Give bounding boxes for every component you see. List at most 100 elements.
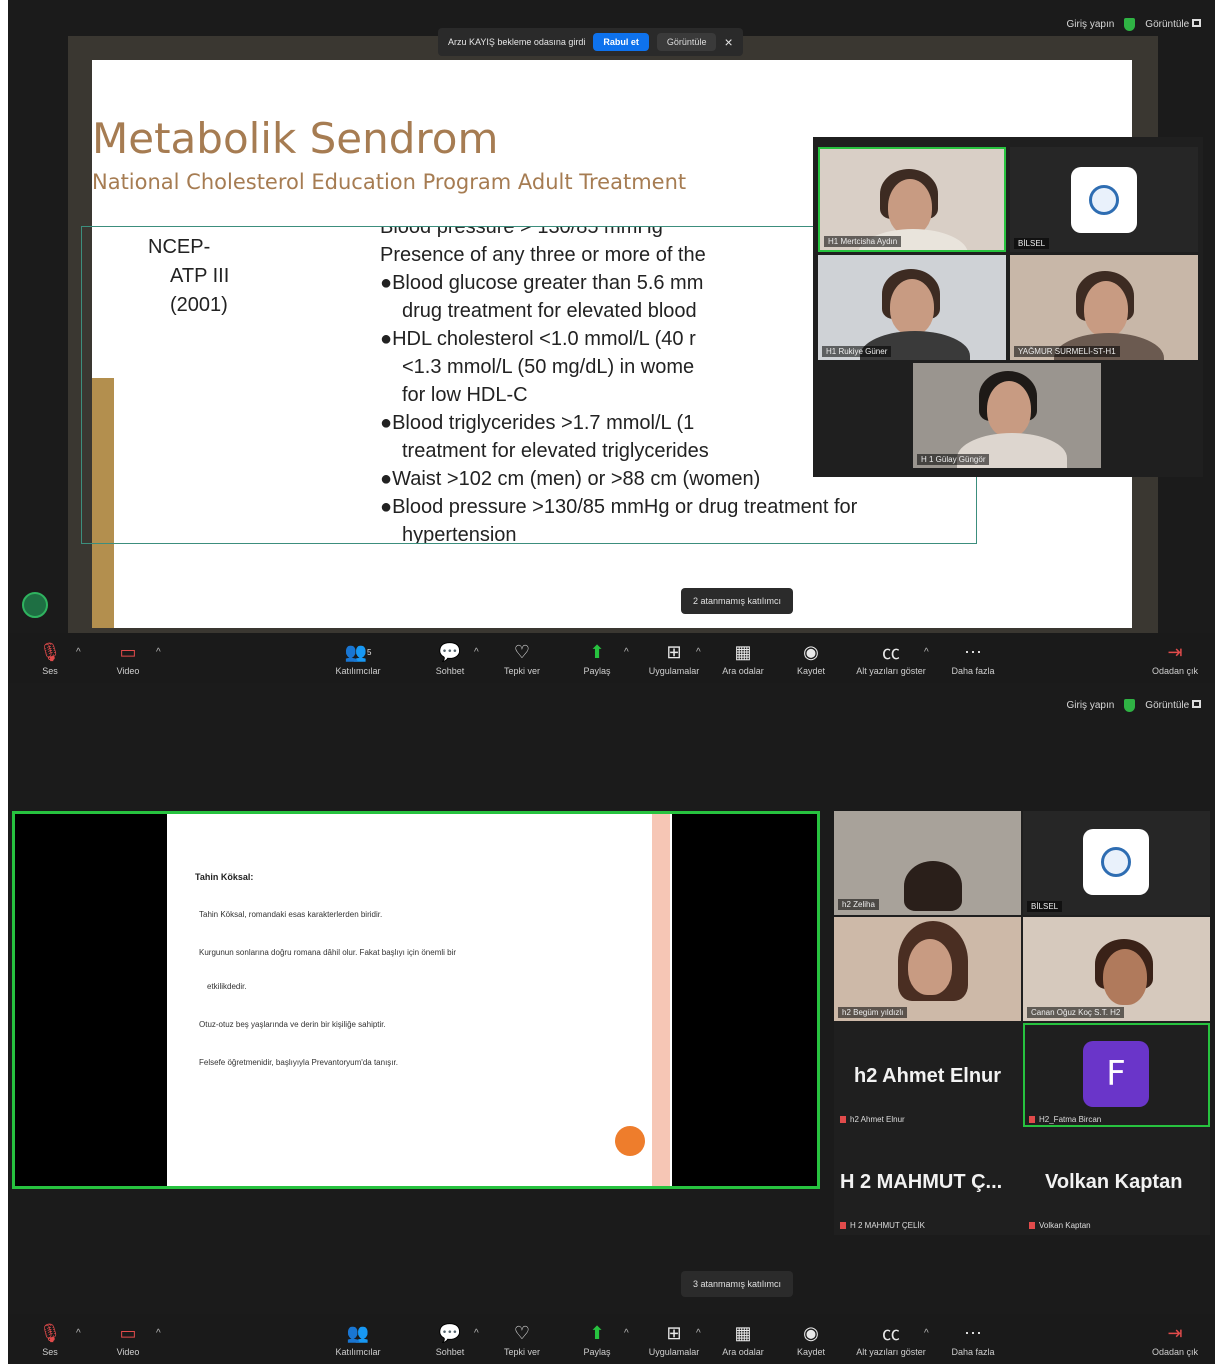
- chevron-up-icon[interactable]: ^: [76, 1328, 81, 1339]
- react-label: Tepki ver: [503, 666, 540, 676]
- leave-label: Odadan çık: [1151, 1347, 1199, 1357]
- video-tile[interactable]: BİLSEL: [1010, 147, 1198, 252]
- chevron-up-icon[interactable]: ^: [696, 647, 701, 658]
- video-tile[interactable]: Volkan Kaptan Volkan Kaptan: [1023, 1129, 1210, 1233]
- video-tile[interactable]: h2 Begüm yıldızlı: [834, 917, 1021, 1021]
- participants-button[interactable]: 👥 Katılımcılar: [318, 1322, 398, 1358]
- leave-button[interactable]: ⇥ Odadan çık: [1135, 641, 1215, 677]
- chevron-up-icon[interactable]: ^: [624, 1328, 629, 1339]
- record-label: Kaydet: [796, 1347, 826, 1357]
- more-label: Daha fazla: [951, 1347, 995, 1357]
- view-button[interactable]: Görüntüle: [1145, 700, 1201, 711]
- video-tile[interactable]: H 2 MAHMUT Ç... H 2 MAHMUT ÇELİK: [834, 1129, 1021, 1233]
- document-line: Felsefe öğretmenidir, başlıyıyla Prevant…: [199, 1058, 398, 1067]
- video-tile[interactable]: BİLSEL: [1023, 811, 1210, 915]
- participant-name: H1 Rukiye Güner: [822, 346, 892, 357]
- participants-button[interactable]: 👥 5 Katılımcılar: [318, 641, 398, 677]
- document-line: etkilikdedir.: [207, 982, 247, 991]
- heart-icon: ♡: [513, 641, 531, 662]
- chat-label: Sohbet: [435, 1347, 465, 1357]
- chevron-up-icon[interactable]: ^: [76, 647, 81, 658]
- participant-name: BİLSEL: [1027, 901, 1063, 912]
- captions-label: Alt yazıları göster: [856, 666, 926, 676]
- participant-display-name: H 2 MAHMUT Ç...: [840, 1171, 1003, 1193]
- audio-label: Ses: [42, 666, 58, 676]
- shield-icon: [1124, 699, 1136, 712]
- signin-link[interactable]: Giriş yapın: [1067, 19, 1115, 30]
- participant-name: h2 Zeliha: [838, 899, 879, 910]
- participant-display-name: h2 Ahmet Elnur: [854, 1065, 1002, 1087]
- video-tile[interactable]: H1 Mertcisha Aydın: [818, 147, 1006, 252]
- more-label: Daha fazla: [951, 666, 995, 676]
- leave-button[interactable]: ⇥ Odadan çık: [1135, 1322, 1215, 1358]
- chevron-up-icon[interactable]: ^: [924, 647, 929, 658]
- share-label: Paylaş: [583, 1347, 611, 1357]
- criteria-line: Blood pressure > 130/85 mmHg: [380, 226, 663, 238]
- chevron-up-icon[interactable]: ^: [924, 1328, 929, 1339]
- captions-button[interactable]: ㏄ Alt yazıları göster: [851, 641, 931, 676]
- grid-view-icon: [1192, 700, 1201, 708]
- participant-name: BİLSEL: [1014, 238, 1050, 249]
- person-face: [890, 279, 934, 335]
- video-tile[interactable]: h2 Zeliha: [834, 811, 1021, 915]
- close-icon[interactable]: ×: [724, 34, 732, 50]
- leave-icon: ⇥: [1167, 1322, 1183, 1343]
- chevron-up-icon[interactable]: ^: [156, 1328, 161, 1339]
- org-logo: [1083, 829, 1149, 895]
- criteria-line: Presence of any three or more of the: [380, 244, 706, 266]
- ncep-line: (2001): [170, 294, 228, 316]
- apps-button[interactable]: ⊞ Uygulamalar: [634, 641, 714, 677]
- chevron-up-icon[interactable]: ^: [474, 1328, 479, 1339]
- video-tile[interactable]: H1 Rukiye Güner: [818, 255, 1006, 360]
- admit-button[interactable]: Rabul et: [593, 33, 649, 51]
- record-button[interactable]: ◉ Kaydet: [771, 641, 851, 677]
- captions-button[interactable]: ㏄ Alt yazıları göster: [851, 1322, 931, 1357]
- more-icon: ⋯: [964, 1322, 982, 1343]
- participant-name: Canan Oğuz Koç S.T. H2: [1027, 1007, 1125, 1018]
- video-tile[interactable]: F H2_Fatma Bircan: [1023, 1023, 1210, 1127]
- shared-document: Tahin Köksal: Tahin Köksal, romandaki es…: [167, 814, 672, 1186]
- chevron-up-icon[interactable]: ^: [696, 1328, 701, 1339]
- orange-dot-icon: [615, 1126, 645, 1156]
- reaction-bubble-icon[interactable]: [22, 592, 48, 618]
- document-heading: Tahin Köksal:: [195, 872, 254, 882]
- signin-link[interactable]: Giriş yapın: [1067, 700, 1115, 711]
- video-tile[interactable]: YAĞMUR SURMELİ-ST-H1: [1010, 255, 1198, 360]
- participants-label: Katılımcılar: [335, 666, 381, 676]
- chevron-up-icon[interactable]: ^: [474, 647, 479, 658]
- record-button[interactable]: ◉ Kaydet: [771, 1322, 851, 1358]
- more-button[interactable]: ⋯ Daha fazla: [933, 1322, 1013, 1358]
- video-tile[interactable]: Canan Oğuz Koç S.T. H2: [1023, 917, 1210, 1021]
- participant-name: H2_Fatma Bircan: [1029, 1115, 1101, 1124]
- video-tile[interactable]: H 1 Gülay Güngör: [913, 363, 1101, 468]
- meeting-window-top: Giriş yapın Görüntüle Metabolik Sendrom …: [8, 0, 1215, 683]
- top-right-controls: Giriş yapın Görüntüle: [1067, 699, 1201, 712]
- video-label: Video: [116, 1347, 140, 1357]
- document-line: Tahin Köksal, romandaki esas karakterler…: [199, 910, 383, 919]
- meeting-toolbar: 🎙 Ses ^ ▭ Video ^ 👥 Katılımcılar 💬 Sohbet ^ …: [8, 1314, 1215, 1364]
- participant-name: H 2 MAHMUT ÇELİK: [840, 1221, 925, 1230]
- slide-title: Metabolik Sendrom: [92, 114, 499, 163]
- record-label: Kaydet: [796, 666, 826, 676]
- react-button[interactable]: ♡ Tepki ver: [482, 641, 562, 677]
- view-waiting-button[interactable]: Görüntüle: [656, 33, 717, 51]
- slide-subtitle: National Cholesterol Education Program A…: [92, 170, 687, 194]
- share-label: Paylaş: [583, 666, 611, 676]
- waiting-room-banner: Arzu KAYIŞ bekleme odasına girdi Rabul e…: [438, 28, 743, 56]
- video-tile[interactable]: h2 Ahmet Elnur h2 Ahmet Elnur: [834, 1023, 1021, 1127]
- person-hair: [904, 861, 962, 911]
- meeting-toolbar: 🎙 Ses ^ ▭ Video ^ 👥 5 Katılımcılar 💬 Sohbet ^…: [8, 633, 1215, 683]
- view-button[interactable]: Görüntüle: [1145, 19, 1201, 30]
- video-gallery: h2 Zeliha BİLSEL h2 Begüm yıldızlı Canan…: [834, 811, 1210, 1235]
- chevron-up-icon[interactable]: ^: [624, 647, 629, 658]
- page-edge-decoration: [652, 814, 670, 1186]
- react-button[interactable]: ♡ Tepki ver: [482, 1322, 562, 1358]
- document-line: Kurgunun sonlarına doğru romana dâhil ol…: [199, 948, 457, 957]
- criteria-line: ●Blood pressure >130/85 mmHg or drug tre…: [380, 496, 858, 518]
- apps-label: Uygulamalar: [648, 1347, 700, 1357]
- ncep-line: NCEP-: [148, 236, 211, 258]
- leave-label: Odadan çık: [1151, 666, 1199, 676]
- chevron-up-icon[interactable]: ^: [156, 647, 161, 658]
- more-button[interactable]: ⋯ Daha fazla: [933, 641, 1013, 677]
- apps-button[interactable]: ⊞ Uygulamalar: [634, 1322, 714, 1358]
